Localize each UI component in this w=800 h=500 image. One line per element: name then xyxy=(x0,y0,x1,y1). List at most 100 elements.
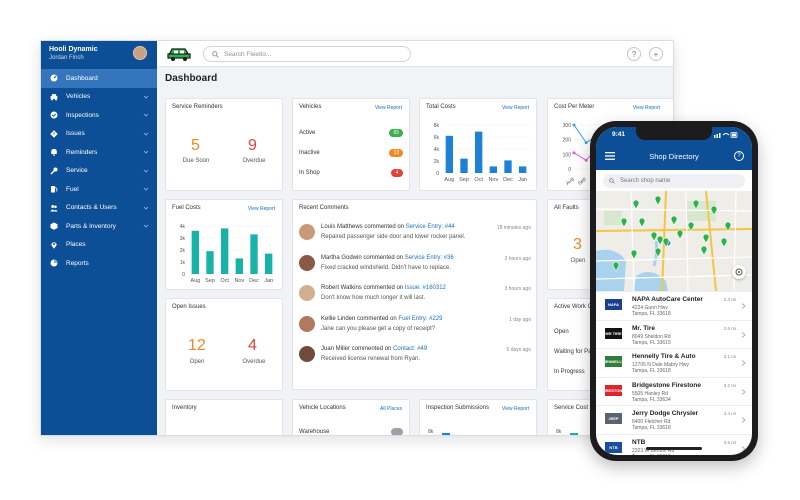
comment-link[interactable]: Service Entry: #44 xyxy=(406,224,455,230)
chevron-right-icon xyxy=(741,360,746,366)
avatar[interactable] xyxy=(299,224,315,240)
map-pins xyxy=(612,195,732,272)
data-point[interactable] xyxy=(584,141,588,145)
map-pin-icon[interactable] xyxy=(700,245,708,256)
help-icon[interactable]: ? xyxy=(734,151,744,161)
bar-oct[interactable] xyxy=(475,131,483,173)
vehicle-status-row-inactive[interactable]: Inactive 13 xyxy=(299,149,403,157)
bar-sep[interactable] xyxy=(460,158,468,173)
sidebar-item-reminders[interactable]: Reminders xyxy=(41,143,157,162)
bar-nov[interactable] xyxy=(489,166,497,173)
sidebar-item-inspections[interactable]: Inspections xyxy=(41,106,157,125)
sidebar-item-dashboard[interactable]: Dashboard xyxy=(41,69,157,88)
sidebar-item-service[interactable]: Service xyxy=(41,162,157,181)
view-report-link[interactable]: View Report xyxy=(248,206,275,212)
view-report-link[interactable]: View Report xyxy=(375,105,402,111)
add-button[interactable]: + xyxy=(649,47,663,61)
sidebar-item-vehicles[interactable]: Vehicles xyxy=(41,88,157,107)
vehicle-status-row-in-shop[interactable]: In Shop 4 xyxy=(299,169,403,177)
chevron-down-icon xyxy=(143,150,149,154)
data-point[interactable] xyxy=(572,151,576,155)
map-pin-icon[interactable] xyxy=(662,237,670,248)
bar-nov[interactable] xyxy=(235,258,243,274)
comment-header: Louis Matthews commented on Service Entr… xyxy=(321,224,455,230)
overdue-count[interactable]: 9 xyxy=(248,137,257,155)
open-issues-card[interactable]: Open Issues 12 Open 4 Overdue xyxy=(165,298,283,391)
comment-author: Kellie Linden xyxy=(321,315,356,322)
comment-link[interactable]: Issue: #160312 xyxy=(405,285,446,291)
avatar[interactable] xyxy=(299,346,315,362)
map-pin-icon[interactable] xyxy=(654,247,662,258)
shop-list-item[interactable]: HENNELLY Hennelly Tire & Auto 12705 N Dale… xyxy=(596,348,752,377)
sidebar-item-places[interactable]: Places xyxy=(41,236,157,255)
view-report-link[interactable]: View Report xyxy=(633,105,660,111)
comment-item: Kellie Linden commented on Fuel Entry: #… xyxy=(299,314,531,338)
bar-jan[interactable] xyxy=(519,166,527,173)
map-pin-icon[interactable] xyxy=(612,261,620,272)
map-pin-icon[interactable] xyxy=(724,221,732,232)
map-pin-icon[interactable] xyxy=(676,229,684,240)
shop-list-item[interactable]: JEEP Jerry Dodge Chrysler 6400 Fletcher Rd… xyxy=(596,405,752,434)
shop-map[interactable] xyxy=(596,191,752,291)
bar-aug[interactable] xyxy=(191,230,199,274)
map-pin-icon[interactable] xyxy=(656,235,664,246)
data-point[interactable] xyxy=(572,123,576,127)
map-pin-icon[interactable] xyxy=(654,195,662,206)
map-pin-icon[interactable] xyxy=(710,205,718,216)
sidebar-item-reports[interactable]: Reports xyxy=(41,254,157,273)
sidebar: Hooli Dynamic Jordan Finch Dashboard Vehi… xyxy=(41,41,157,435)
sidebar-item-fuel[interactable]: Fuel xyxy=(41,180,157,199)
bar-aug[interactable] xyxy=(445,135,453,173)
shop-list-item[interactable]: MR TIRE Mr. Tire 8049 Sheldon Rd Tampa, FL … xyxy=(596,319,752,349)
view-report-link[interactable]: View Report xyxy=(502,105,529,111)
map-pin-icon[interactable] xyxy=(692,199,700,210)
issues-overdue-count[interactable]: 4 xyxy=(248,337,257,355)
locate-me-button[interactable] xyxy=(732,265,746,279)
bar-oct[interactable] xyxy=(221,228,229,274)
faults-open-label: Open xyxy=(570,258,586,264)
due-soon-count[interactable]: 5 xyxy=(191,137,200,155)
view-report-link[interactable]: View Report xyxy=(502,406,529,412)
all-places-link[interactable]: All Places xyxy=(380,406,402,412)
comment-link[interactable]: Fuel Entry: #229 xyxy=(398,316,442,322)
map-pin-icon[interactable] xyxy=(670,215,678,226)
issues-open-count[interactable]: 12 xyxy=(188,337,206,355)
location-count-badge xyxy=(391,428,403,435)
avatar[interactable] xyxy=(133,46,147,60)
avatar[interactable] xyxy=(299,285,315,301)
sidebar-item-contacts-users[interactable]: Contacts & Users xyxy=(41,199,157,218)
map-pin-icon[interactable] xyxy=(632,199,640,210)
bar-sep[interactable] xyxy=(206,251,214,274)
map-pin-icon[interactable] xyxy=(638,217,646,228)
map-pin-icon[interactable] xyxy=(702,233,710,244)
comment-time: 18 minutes ago xyxy=(496,225,531,231)
search-input[interactable]: Search Fleetio... xyxy=(203,46,411,62)
comment-item: Juan Miller commented on Contact: #49 Rec… xyxy=(299,344,531,368)
shop-list-item[interactable]: NAPA NAPA AutoCare Center 4224 Gunn Hwy Tam… xyxy=(596,291,752,320)
sidebar-item-parts-inventory[interactable]: Parts & Inventory xyxy=(41,217,157,236)
data-point[interactable] xyxy=(584,158,588,162)
comment-link[interactable]: Service Entry: #36 xyxy=(405,255,454,261)
shop-search-input[interactable]: Search shop name xyxy=(603,174,745,188)
avatar[interactable] xyxy=(299,315,315,332)
vehicle-status-row-active[interactable]: Active 65 xyxy=(299,129,403,137)
map-pin-icon[interactable] xyxy=(630,249,638,260)
help-button[interactable]: ? xyxy=(627,47,641,61)
comment-item: Louis Matthews commented on Service Entr… xyxy=(299,222,531,246)
map-pin-icon[interactable] xyxy=(650,231,658,242)
faults-open-count[interactable]: 3 xyxy=(573,236,582,254)
location-row-warehouse[interactable]: Warehouse xyxy=(299,428,403,435)
sidebar-item-issues[interactable]: Issues xyxy=(41,125,157,144)
bar-jan[interactable] xyxy=(265,253,273,274)
service-reminders-card[interactable]: Service Reminders 5 Due Soon 9 Overdue xyxy=(165,98,283,191)
map-pin-icon[interactable] xyxy=(720,237,728,248)
bar-dec[interactable] xyxy=(250,234,258,274)
org-switcher[interactable]: Hooli Dynamic Jordan Finch xyxy=(49,46,98,61)
shop-list-item[interactable]: FIRESTONE Bridgestone Firestone 5505 Hanle… xyxy=(596,376,752,406)
shop-list-item[interactable]: NTBNTB2323 W Benton RdTampa, FL 336183.5… xyxy=(596,433,752,455)
map-pin-icon[interactable] xyxy=(687,221,695,232)
avatar[interactable] xyxy=(299,254,315,271)
map-pin-icon[interactable] xyxy=(620,217,628,228)
bar-dec[interactable] xyxy=(504,160,512,173)
comment-link[interactable]: Contact: #49 xyxy=(393,346,427,352)
